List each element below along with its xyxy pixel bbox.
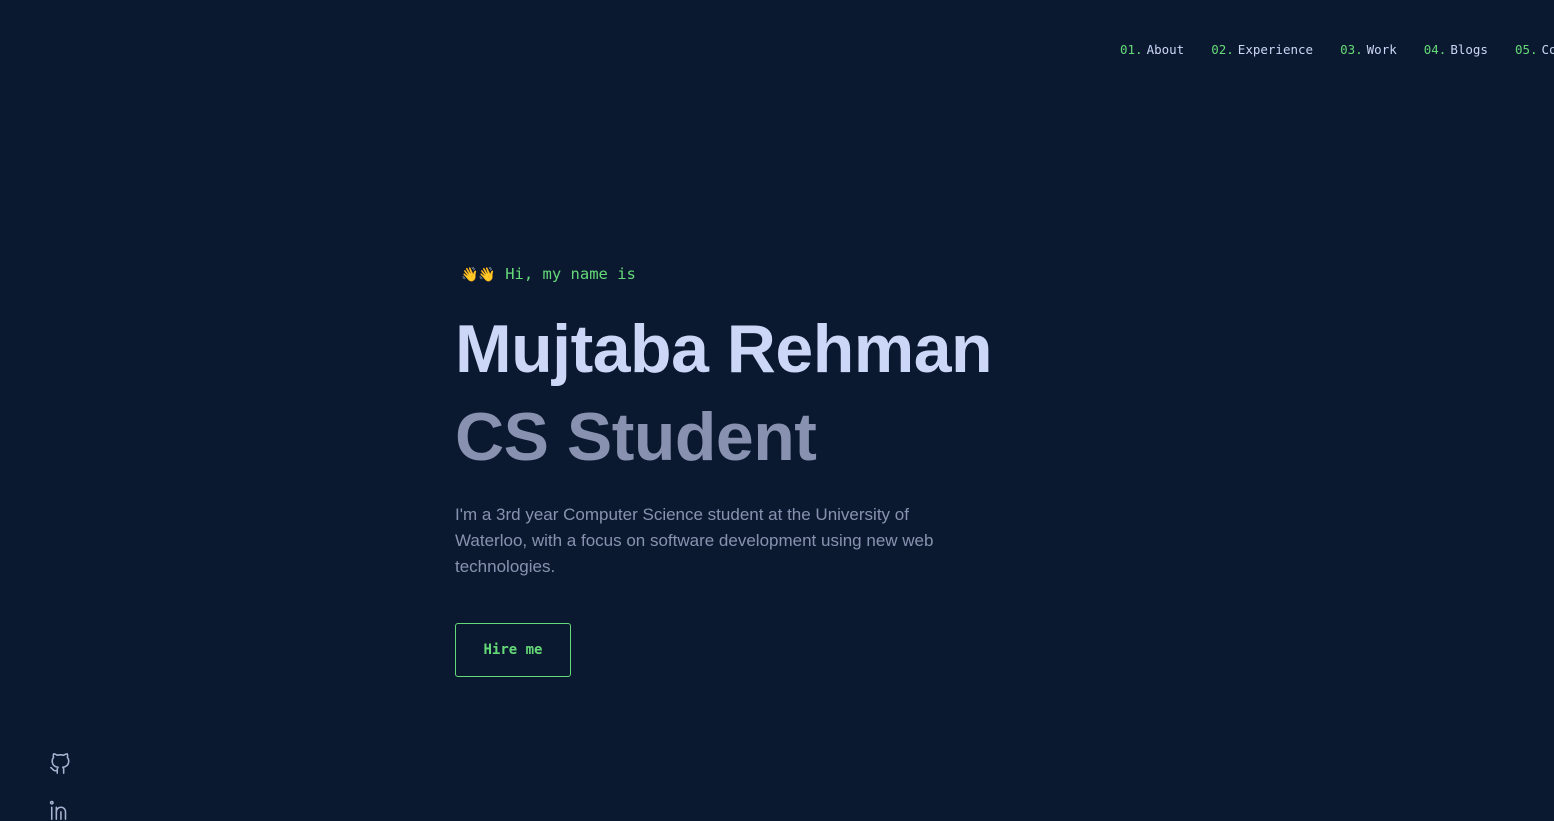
hire-me-button[interactable]: Hire me xyxy=(455,623,571,677)
nav-item-blogs[interactable]: 04. Blogs xyxy=(1424,41,1488,59)
nav-item-number: 02. xyxy=(1211,42,1234,57)
nav-item-number: 04. xyxy=(1423,42,1447,57)
top-nav: 01. About 02. Experience 03. Work 04. Blogs 05. C… xyxy=(1120,41,1554,59)
nav-item-label: Work xyxy=(1366,42,1397,57)
hero-name: Mujtaba Rehman xyxy=(455,311,993,387)
hero-role: CS Student xyxy=(455,399,817,475)
greeting-text: Hi, my name is xyxy=(505,265,636,283)
nav-item-number: 05. xyxy=(1514,42,1538,57)
nav-item-number: 03. xyxy=(1340,42,1363,57)
nav-item-label: Blogs xyxy=(1450,42,1488,57)
linkedin-icon[interactable] xyxy=(49,799,71,821)
nav-item-experience[interactable]: 02. Experience xyxy=(1211,41,1313,59)
nav-item-label: Experience xyxy=(1237,42,1314,57)
hero-section: 👋👋 Hi, my name is Mujtaba Rehman CS Stud… xyxy=(455,258,1075,580)
hero-intro: I'm a 3rd year Computer Science student … xyxy=(455,505,934,576)
greeting: 👋👋 Hi, my name is xyxy=(461,258,1075,290)
github-icon[interactable] xyxy=(49,753,71,775)
nav-item-label: Contact xyxy=(1541,42,1554,57)
nav-item-contact[interactable]: 05.Contact xyxy=(1515,41,1554,59)
nav-item-number: 01. xyxy=(1120,42,1143,57)
nav-item-about[interactable]: 01. About xyxy=(1120,41,1184,59)
nav-item-work[interactable]: 03. Work xyxy=(1340,41,1397,59)
wave-emoji-icon: 👋👋 xyxy=(461,267,496,283)
nav-item-label: About xyxy=(1146,42,1185,57)
